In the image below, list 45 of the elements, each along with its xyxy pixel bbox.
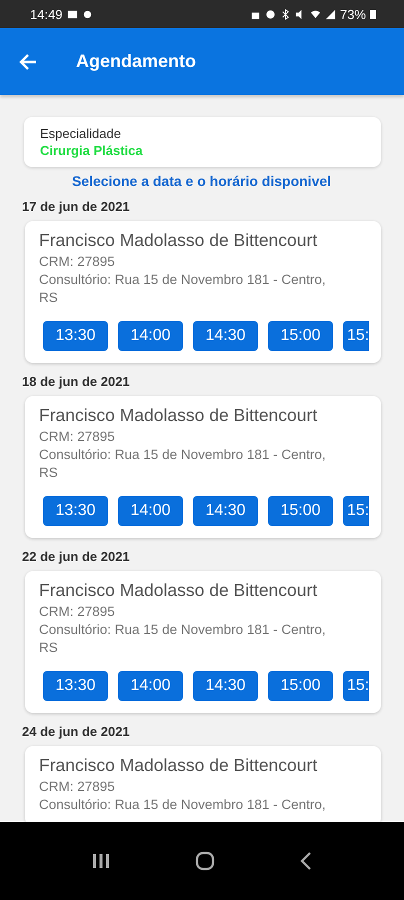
specialty-label: Especialidade xyxy=(40,126,122,141)
office-address: Consultório: Rua 15 de Novembro 181 - Centro, RS xyxy=(39,271,327,307)
time-slot-button[interactable]: 13:30 xyxy=(43,321,108,351)
date-label: 17 de jun de 2021 xyxy=(22,199,131,214)
wifi-icon xyxy=(310,8,321,20)
battery-percent: 73% xyxy=(340,6,366,22)
crm-number: CRM: 27895 xyxy=(39,253,116,271)
doctor-name: Francisco Madolasso de Bittencourt xyxy=(39,580,318,601)
home-icon[interactable] xyxy=(194,851,215,871)
instruction-text: Selecione a data e o horário disponivel xyxy=(70,173,332,189)
time-slot-button[interactable]: 15:00 xyxy=(268,321,333,351)
office-address: Consultório: Rua 15 de Novembro 181 - Centro, RS xyxy=(39,621,327,657)
recent-apps-icon[interactable] xyxy=(92,853,110,869)
time-slot-button[interactable]: 15:00 xyxy=(268,671,333,701)
time-slot-button[interactable]: 14:00 xyxy=(118,496,183,526)
time-slot-button[interactable]: 14:30 xyxy=(193,671,258,701)
office-address: Consultório: Rua 15 de Novembro 181 - Centro, xyxy=(39,796,327,814)
time-slot-button[interactable]: 13:30 xyxy=(43,671,108,701)
crm-number: CRM: 27895 xyxy=(39,428,116,446)
specialty-value: Cirurgia Plástica xyxy=(40,143,144,158)
signal-icon xyxy=(324,8,336,20)
time-slot-button[interactable]: 15: xyxy=(343,671,369,701)
screen-title: Agendamento xyxy=(76,51,196,72)
time-slot-button[interactable]: 14:00 xyxy=(118,321,183,351)
time-slot-button[interactable]: 14:30 xyxy=(193,321,258,351)
time-slot-button[interactable]: 14:30 xyxy=(193,496,258,526)
doctor-name: Francisco Madolasso de Bittencourt xyxy=(39,230,318,251)
office-address: Consultório: Rua 15 de Novembro 181 - Centro, RS xyxy=(39,446,327,482)
date-label: 24 de jun de 2021 xyxy=(22,724,131,739)
time-slot-button[interactable]: 13:30 xyxy=(43,496,108,526)
battery-icon xyxy=(370,9,376,19)
time-slot-button[interactable]: 15: xyxy=(343,496,369,526)
time-slot-button[interactable]: 14:00 xyxy=(118,671,183,701)
crm-number: CRM: 27895 xyxy=(39,778,116,796)
status-time: 14:49 xyxy=(30,6,63,22)
date-label: 22 de jun de 2021 xyxy=(22,549,131,564)
doctor-name: Francisco Madolasso de Bittencourt xyxy=(39,405,318,426)
back-arrow-icon[interactable] xyxy=(18,52,38,72)
time-slot-button[interactable]: 15: xyxy=(343,321,369,351)
time-slot-button[interactable]: 15:00 xyxy=(268,496,333,526)
bluetooth-icon xyxy=(280,8,291,20)
crm-number: CRM: 27895 xyxy=(39,603,116,621)
back-icon[interactable] xyxy=(300,851,312,871)
doctor-name: Francisco Madolasso de Bittencourt xyxy=(39,755,318,776)
date-label: 18 de jun de 2021 xyxy=(22,374,131,389)
